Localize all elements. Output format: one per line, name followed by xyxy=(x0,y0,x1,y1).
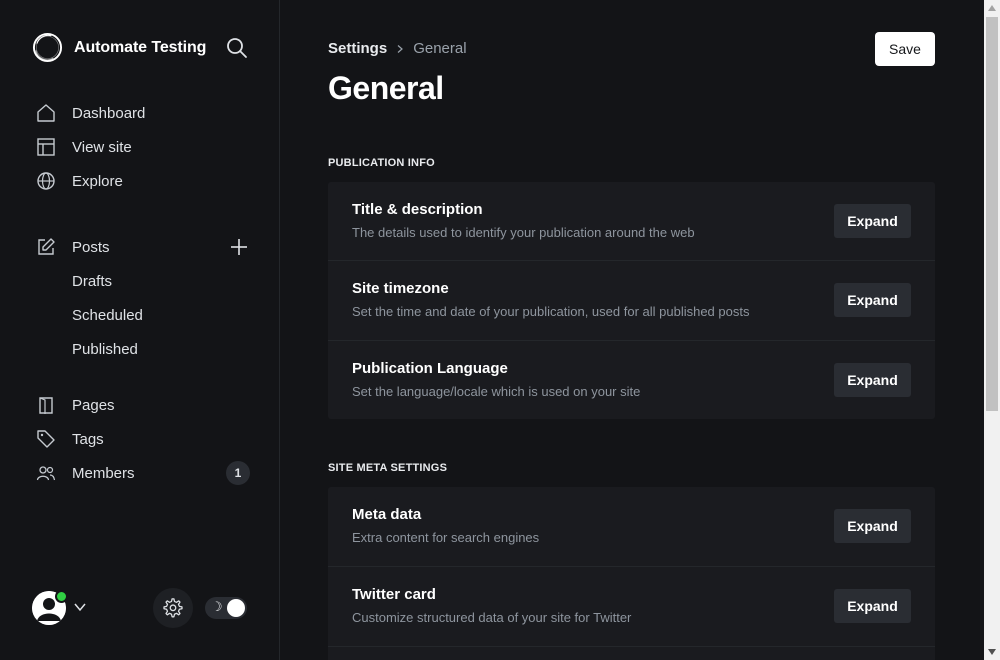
sidebar-item-explore[interactable]: Explore xyxy=(36,164,256,198)
online-status-dot xyxy=(55,590,68,603)
setting-row-title: Meta data xyxy=(352,506,422,523)
chevron-down-icon[interactable] xyxy=(73,600,87,614)
expand-button[interactable]: Expand xyxy=(834,283,911,317)
sidebar-item-label: Published xyxy=(72,340,138,358)
add-post-plus-icon[interactable] xyxy=(229,237,249,257)
nav-posts: Posts Drafts Scheduled Published xyxy=(36,230,256,366)
brand-name: Automate Testing xyxy=(74,38,207,56)
save-button[interactable]: Save xyxy=(875,32,935,66)
setting-row-site-timezone: Site timezone Set the time and date of y… xyxy=(328,261,935,341)
breadcrumb: Settings General xyxy=(328,40,467,57)
sidebar: Automate Testing Dashboard View site Exp… xyxy=(0,0,280,660)
sidebar-item-drafts[interactable]: Drafts xyxy=(36,264,256,298)
members-count-badge: 1 xyxy=(226,461,250,485)
site-meta-card: Meta data Extra content for search engin… xyxy=(328,487,935,660)
sidebar-item-view-site[interactable]: View site xyxy=(36,130,256,164)
house-icon xyxy=(37,104,55,122)
scroll-down-arrow-icon[interactable] xyxy=(984,644,1000,660)
setting-row-title: Twitter card xyxy=(352,586,436,603)
expand-button[interactable]: Expand xyxy=(834,509,911,543)
brand-logo-icon xyxy=(32,32,63,63)
sidebar-item-posts[interactable]: Posts xyxy=(36,230,256,264)
scroll-up-arrow-icon[interactable] xyxy=(984,0,1000,16)
scrollbar-thumb[interactable] xyxy=(986,17,998,411)
sidebar-item-label: Pages xyxy=(72,396,115,414)
breadcrumb-current: General xyxy=(413,40,467,57)
setting-row-publication-language: Publication Language Set the language/lo… xyxy=(328,341,935,419)
setting-row-description: Extra content for search engines xyxy=(352,530,540,545)
sidebar-item-tags[interactable]: Tags xyxy=(36,422,256,456)
setting-row-title-description: Title & description The details used to … xyxy=(328,182,935,261)
page-title: General xyxy=(328,70,444,106)
section-title-publication-info: PUBLICATION INFO xyxy=(328,157,435,169)
sidebar-item-label: Dashboard xyxy=(72,104,146,122)
brand[interactable]: Automate Testing xyxy=(32,32,206,63)
expand-button[interactable]: Expand xyxy=(834,589,911,623)
sidebar-item-label: Tags xyxy=(72,430,104,448)
page-icon xyxy=(39,397,53,414)
sidebar-item-label: Posts xyxy=(72,238,110,256)
gear-icon xyxy=(163,598,183,618)
setting-row-meta-data: Meta data Extra content for search engin… xyxy=(328,487,935,567)
sidebar-item-label: Drafts xyxy=(72,272,113,290)
section-title-site-meta-settings: SITE META SETTINGS xyxy=(328,462,448,474)
nav-primary: Dashboard View site Explore xyxy=(36,96,256,198)
setting-row-title: Title & description xyxy=(352,201,483,218)
setting-row-description: Set the language/locale which is used on… xyxy=(352,384,641,399)
sidebar-item-label: View site xyxy=(72,138,132,156)
expand-button[interactable]: Expand xyxy=(834,204,911,238)
sidebar-item-pages[interactable]: Pages xyxy=(36,388,256,422)
breadcrumb-settings-link[interactable]: Settings xyxy=(328,40,387,57)
sidebar-item-members[interactable]: Members 1 xyxy=(36,456,256,490)
settings-button[interactable] xyxy=(153,588,193,628)
globe-icon xyxy=(37,172,55,190)
sidebar-item-dashboard[interactable]: Dashboard xyxy=(36,96,256,130)
members-icon xyxy=(36,466,56,481)
sidebar-footer: ☽ xyxy=(0,585,280,631)
sidebar-item-label: Scheduled xyxy=(72,306,143,324)
page-scrollbar[interactable] xyxy=(984,0,1000,660)
sidebar-item-scheduled[interactable]: Scheduled xyxy=(36,298,256,332)
chevron-right-icon xyxy=(397,44,404,53)
publication-info-card: Title & description The details used to … xyxy=(328,182,935,419)
sidebar-item-label: Members xyxy=(72,464,135,482)
expand-button[interactable]: Expand xyxy=(834,363,911,397)
layout-icon xyxy=(37,138,55,156)
setting-row-title: Publication Language xyxy=(352,360,508,377)
sidebar-item-published[interactable]: Published xyxy=(36,332,256,366)
setting-row-description: Customize structured data of your site f… xyxy=(352,610,632,625)
setting-row-twitter-card: Twitter card Customize structured data o… xyxy=(328,567,935,647)
sidebar-item-label: Explore xyxy=(72,172,123,190)
nav-secondary: Pages Tags Members 1 xyxy=(36,388,256,490)
pencil-square-icon xyxy=(38,238,55,255)
setting-row-description: The details used to identify your public… xyxy=(352,225,695,240)
setting-row-title: Site timezone xyxy=(352,280,449,297)
toggle-knob xyxy=(227,599,245,617)
tag-icon xyxy=(37,430,55,448)
theme-toggle[interactable]: ☽ xyxy=(205,597,247,619)
setting-row-description: Set the time and date of your publicatio… xyxy=(352,304,750,319)
search-icon[interactable] xyxy=(226,37,248,59)
main-content: Settings General General Save PUBLICATIO… xyxy=(280,0,984,660)
moon-icon: ☽ xyxy=(211,600,223,615)
